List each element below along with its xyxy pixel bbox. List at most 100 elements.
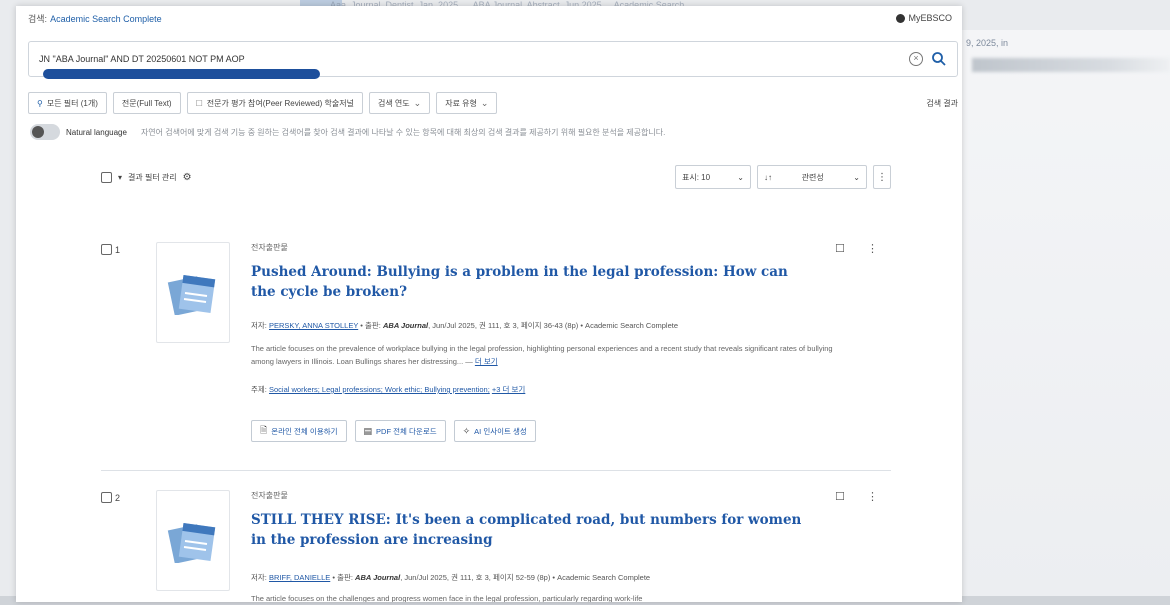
- result-abstract: The article focuses on the challenges an…: [251, 592, 841, 602]
- natural-language-row: Natural language 자연어 검색어에 맞게 검색 기능 중 원하는…: [30, 124, 665, 140]
- result-divider: [101, 470, 891, 471]
- bookmark-icon[interactable]: ☐: [835, 242, 845, 255]
- source-prefix: • 출판:: [360, 321, 381, 330]
- result-meta: 저자: BRIFF, DANIELLE • 출판: ABA Journal, J…: [251, 572, 650, 583]
- chevron-down-icon[interactable]: ▾: [118, 173, 122, 182]
- sort-icon: ↓↑: [764, 172, 772, 182]
- clear-icon[interactable]: ×: [909, 52, 923, 66]
- page-size-select[interactable]: 표시: 10 ⌄: [675, 165, 751, 189]
- result-filter-manage[interactable]: 결과 필터 관리: [128, 172, 177, 183]
- search-results-label: 검색 결과: [926, 99, 958, 108]
- result-title[interactable]: STILL THEY RISE: It's been a complicated…: [251, 510, 811, 550]
- result-title[interactable]: Pushed Around: Bullying is a problem in …: [251, 262, 811, 302]
- author-prefix: 저자:: [251, 573, 267, 582]
- background-smear: [972, 58, 1170, 72]
- abstract-more-link[interactable]: 더 보기: [475, 357, 498, 366]
- top-bar: 검색: Academic Search Complete MyEBSCO: [16, 6, 962, 30]
- publication-thumbnail[interactable]: [156, 242, 230, 343]
- source-prefix: • 출판:: [332, 573, 353, 582]
- publication-thumbnail[interactable]: [156, 490, 230, 591]
- peer-reviewed-toggle[interactable]: ☐ 전문가 평가 참여(Peer Reviewed) 학술저널: [186, 92, 363, 114]
- online-full-text-label: 온라인 전체 이용하기: [271, 426, 338, 436]
- select-all-checkbox[interactable]: [101, 172, 112, 183]
- results-toolbar: ▾ 결과 필터 관리 ⚙ 표시: 10 ⌄ ↓↑ 관련성 ⌄ ⋮: [101, 165, 891, 191]
- filter-bar: ⚲ 모든 필터 (1개) 전문(Full Text) ☐ 전문가 평가 참여(P…: [28, 92, 498, 114]
- source-type-dropdown[interactable]: 자료 유형 ⌄: [436, 92, 498, 114]
- chevron-down-icon: ⌄: [480, 97, 489, 108]
- full-text-label: 전문(Full Text): [121, 98, 172, 108]
- author-prefix: 저자:: [251, 321, 267, 330]
- natural-language-label: Natural language: [66, 127, 127, 137]
- meta-details: , Jun/Jul 2025, 권 111, 호 3, 페이지 52-59 (8…: [400, 573, 651, 582]
- peer-reviewed-label: 전문가 평가 참여(Peer Reviewed) 학술저널: [206, 98, 354, 108]
- ai-insights-label: AI 인사이트 생성: [474, 426, 527, 436]
- gear-icon[interactable]: ⚙: [183, 172, 192, 183]
- more-options-button[interactable]: ⋮: [873, 165, 891, 189]
- search-input[interactable]: JN "ABA Journal" AND DT 20250601 NOT PM …: [28, 41, 958, 79]
- chevron-down-icon: ⌄: [737, 172, 744, 182]
- search-icon[interactable]: [931, 51, 947, 67]
- all-filters-label: 모든 필터 (1개): [46, 98, 98, 108]
- sort-select[interactable]: ↓↑ 관련성 ⌄: [757, 165, 867, 189]
- author-link[interactable]: BRIFF, DANIELLE: [269, 573, 330, 582]
- result-index: 1: [115, 244, 121, 255]
- more-icon[interactable]: ⋮: [867, 490, 878, 503]
- select-all[interactable]: ▾ 결과 필터 관리 ⚙: [101, 172, 192, 183]
- database-label[interactable]: 검색: Academic Search Complete: [28, 12, 162, 25]
- chevron-down-icon: ⌄: [413, 97, 422, 108]
- result-select[interactable]: 1: [101, 244, 120, 255]
- myebsco-label: MyEBSCO: [908, 13, 952, 23]
- periodical-icon: [167, 274, 216, 315]
- background-side-text: 9, 2025, in: [966, 38, 1009, 48]
- subject-links[interactable]: Social workers; Legal professions; Work …: [269, 385, 490, 394]
- result-item: 2 전자출판물 STILL THEY RISE: It's been a com…: [101, 490, 891, 602]
- subjects-more-link[interactable]: +3 더 보기: [492, 385, 525, 394]
- pdf-download-label: PDF 전체 다운로드: [376, 426, 437, 436]
- filter-icon: ⚲: [37, 98, 43, 108]
- date-label: 검색 연도: [377, 98, 410, 108]
- full-text-toggle[interactable]: 전문(Full Text): [112, 92, 181, 114]
- source-type-label: 자료 유형: [445, 98, 477, 108]
- periodical-icon: [167, 522, 216, 563]
- natural-language-hint: 자연어 검색어에 맞게 검색 기능 중 원하는 검색어를 찾아 검색 결과에 나…: [140, 127, 666, 137]
- meta-details: , Jun/Jul 2025, 권 111, 호 3, 페이지 36-43 (8…: [428, 321, 679, 330]
- background-page-right: 9, 2025, in: [962, 30, 1170, 605]
- checkbox-icon: ☐: [195, 98, 203, 108]
- sort-value: 관련성: [801, 172, 824, 182]
- result-meta: 저자: PERSKY, ANNA STOLLEY • 출판: ABA Journ…: [251, 320, 678, 331]
- result-checkbox[interactable]: [101, 492, 112, 503]
- page-size-value: 표시: 10: [682, 172, 711, 182]
- bookmark-icon[interactable]: ☐: [835, 490, 845, 503]
- search-results-panel: 검색: Academic Search Complete MyEBSCO JN "…: [16, 6, 962, 602]
- sparkle-icon: ✧: [462, 425, 471, 436]
- database-name: Academic Search Complete: [50, 13, 162, 24]
- document-icon: 🗎: [260, 425, 268, 435]
- result-checkbox[interactable]: [101, 244, 112, 255]
- date-dropdown[interactable]: 검색 연도 ⌄: [368, 92, 431, 114]
- database-prefix: 검색:: [28, 13, 48, 24]
- journal-name[interactable]: ABA Journal: [355, 573, 400, 582]
- abstract-text: The article focuses on the challenges an…: [251, 594, 643, 602]
- publication-type: 전자출판물: [251, 491, 288, 500]
- result-item: 1 전자출판물 Pushed Around: Bullying is a pro…: [101, 242, 891, 462]
- result-select[interactable]: 2: [101, 492, 120, 503]
- publication-type: 전자출판물: [251, 243, 288, 252]
- pdf-download-button[interactable]: ▤ PDF 전체 다운로드: [354, 420, 446, 442]
- result-actions: 🗎 온라인 전체 이용하기 ▤ PDF 전체 다운로드 ✧ AI 인사이트 생성: [251, 420, 536, 442]
- subjects-prefix: 주제:: [251, 385, 267, 394]
- author-link[interactable]: PERSKY, ANNA STOLLEY: [269, 321, 358, 330]
- natural-language-toggle[interactable]: [30, 124, 60, 140]
- myebsco-link[interactable]: MyEBSCO: [896, 13, 952, 23]
- all-filters-button[interactable]: ⚲ 모든 필터 (1개): [28, 92, 107, 114]
- ai-insights-button[interactable]: ✧ AI 인사이트 생성: [453, 420, 536, 442]
- highlight-underline: [43, 69, 320, 79]
- pdf-icon: ▤: [363, 425, 373, 436]
- abstract-text: The article focuses on the prevalence of…: [251, 344, 833, 366]
- more-icon[interactable]: ⋮: [867, 242, 878, 255]
- journal-name[interactable]: ABA Journal: [383, 321, 428, 330]
- user-icon: [896, 13, 906, 23]
- search-query-text: JN "ABA Journal" AND DT 20250601 NOT PM …: [39, 54, 245, 64]
- online-full-text-button[interactable]: 🗎 온라인 전체 이용하기: [251, 420, 347, 442]
- sort-controls: 표시: 10 ⌄ ↓↑ 관련성 ⌄ ⋮: [675, 165, 891, 189]
- result-index: 2: [115, 492, 121, 503]
